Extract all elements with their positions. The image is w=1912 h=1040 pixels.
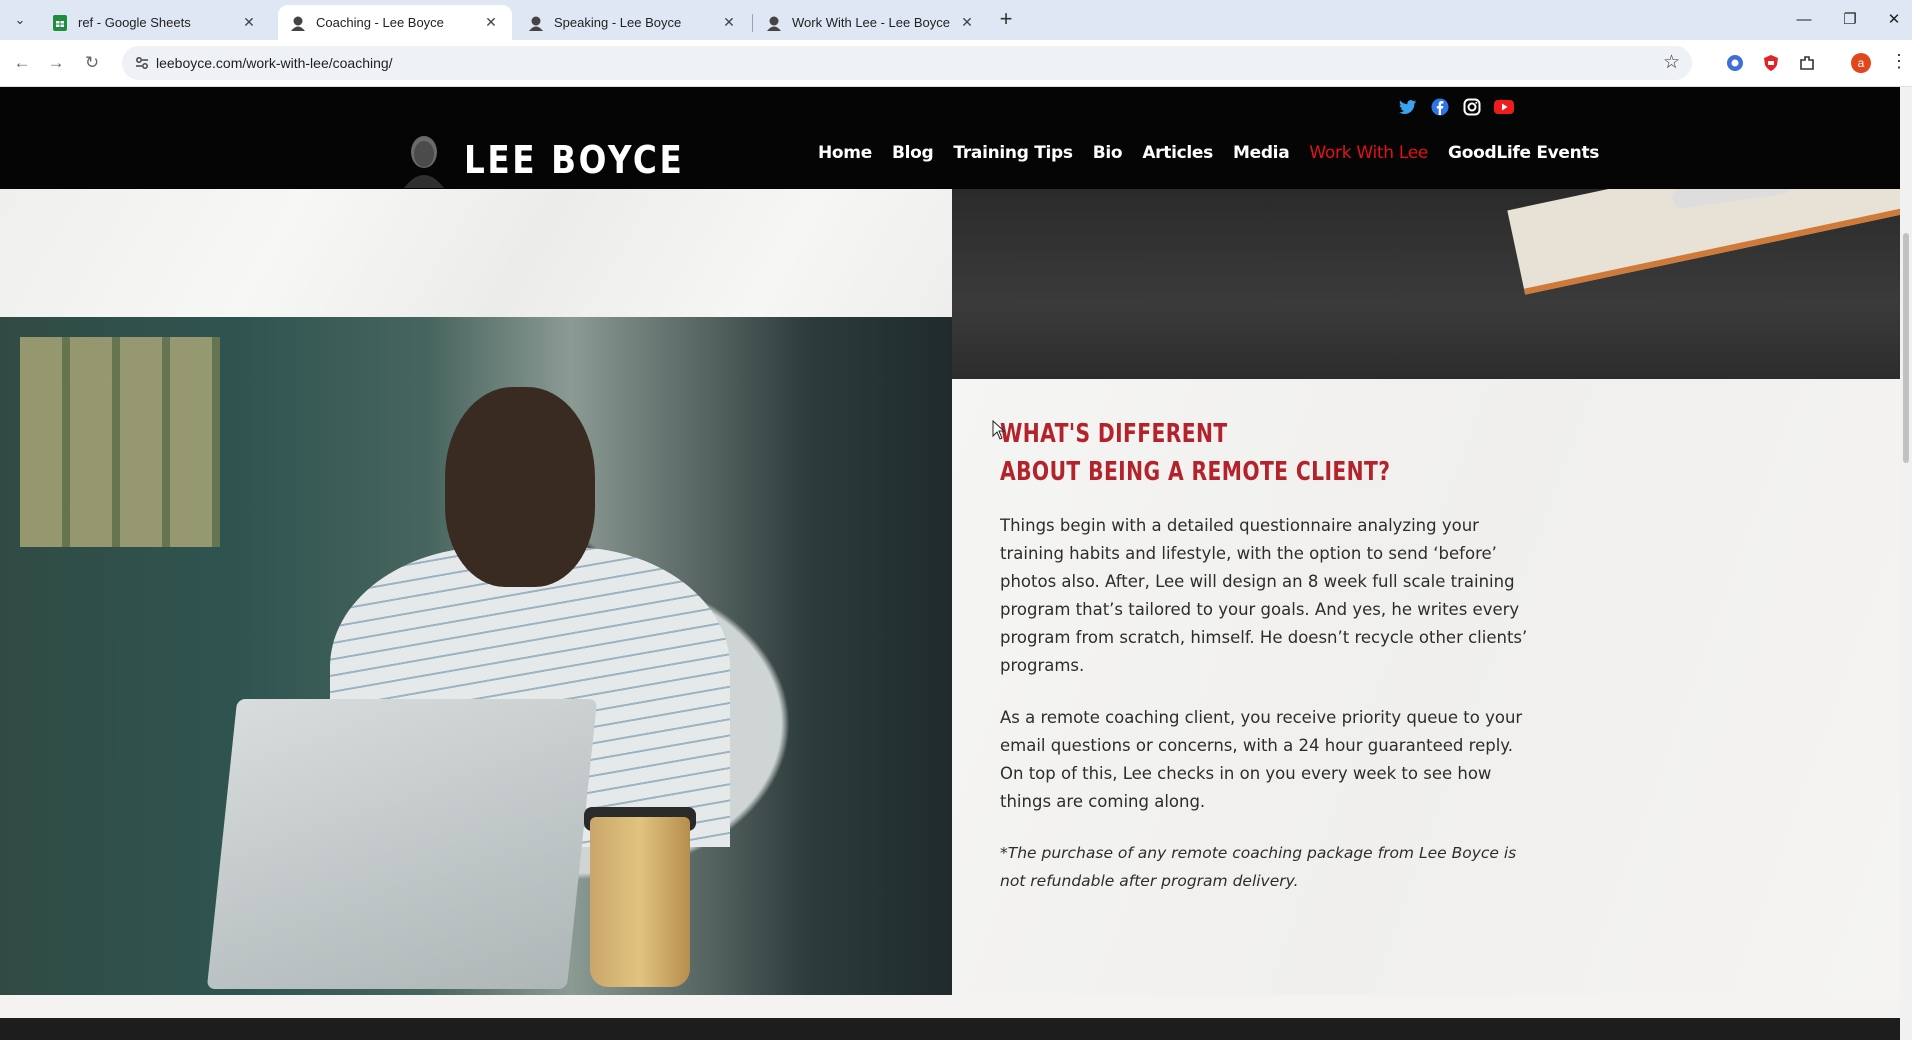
url-text: leeboyce.com/work-with-lee/coaching/ xyxy=(156,55,393,71)
close-tab-icon[interactable]: ✕ xyxy=(482,14,500,31)
heading-line-1: WHAT'S DIFFERENT xyxy=(1000,419,1228,449)
extensions-puzzle-icon[interactable] xyxy=(1796,52,1818,74)
head-shape xyxy=(445,387,595,587)
facebook-icon[interactable] xyxy=(1430,97,1450,117)
nav-bio[interactable]: Bio xyxy=(1093,143,1123,163)
tab-coaching[interactable]: Coaching - Lee Boyce ✕ xyxy=(278,5,512,40)
site-logo[interactable]: LEE BOYCE xyxy=(402,131,720,189)
laptop-shape xyxy=(206,699,598,989)
paragraph-priority-queue: As a remote coaching client, you receive… xyxy=(1000,708,1523,811)
profile-avatar[interactable]: a xyxy=(1851,53,1871,73)
logo-portrait-icon xyxy=(404,136,444,188)
forward-button[interactable]: → xyxy=(42,49,70,77)
tab-title: Speaking - Lee Boyce xyxy=(554,15,682,30)
nav-goodlife-events[interactable]: GoodLife Events xyxy=(1448,143,1599,163)
site-info-icon[interactable] xyxy=(134,55,150,71)
tab-work-with-lee[interactable]: Work With Lee - Lee Boyce ✕ xyxy=(754,5,988,40)
youtube-icon[interactable] xyxy=(1494,97,1514,117)
nav-work-with-lee[interactable]: Work With Lee xyxy=(1309,143,1428,163)
bookmark-star-icon[interactable]: ☆ xyxy=(1663,51,1680,74)
extension-blue-icon[interactable] xyxy=(1724,52,1746,74)
tab-separator xyxy=(752,14,753,32)
site-header: LEE BOYCE Home Blog Training Tips Bio Ar… xyxy=(0,87,1900,189)
desk-notebook-image xyxy=(952,189,1900,379)
address-bar[interactable]: leeboyce.com/work-with-lee/coaching/ ☆ xyxy=(122,46,1692,80)
web-page: LEE BOYCE Home Blog Training Tips Bio Ar… xyxy=(0,87,1900,1040)
section-heading: WHAT'S DIFFERENT ABOUT BEING A REMOTE CL… xyxy=(1000,415,1390,491)
instagram-icon[interactable] xyxy=(1462,97,1482,117)
mouse-cursor-icon xyxy=(992,420,1006,440)
tab-search-chevron-icon[interactable]: ⌄ xyxy=(8,8,32,32)
nav-blog[interactable]: Blog xyxy=(892,143,934,163)
man-with-laptop-photo xyxy=(0,317,952,995)
browser-tab-bar: ⌄ ref - Google Sheets ✕ Coaching - Lee B… xyxy=(0,0,1912,40)
footer-band xyxy=(0,1018,1900,1040)
scrollbar-thumb[interactable] xyxy=(1903,233,1909,463)
nav-home[interactable]: Home xyxy=(818,143,872,163)
paragraph-questionnaire: Things begin with a detailed questionnai… xyxy=(1000,516,1528,675)
twitter-icon[interactable] xyxy=(1398,97,1418,117)
minimize-button[interactable]: — xyxy=(1784,6,1824,34)
lee-boyce-favicon xyxy=(528,15,544,31)
tab-speaking[interactable]: Speaking - Lee Boyce ✕ xyxy=(516,5,750,40)
close-tab-icon[interactable]: ✕ xyxy=(240,14,258,31)
tab-title: Coaching - Lee Boyce xyxy=(316,15,444,30)
back-button[interactable]: ← xyxy=(8,49,36,77)
heading-line-2: ABOUT BEING A REMOTE CLIENT? xyxy=(1000,457,1391,487)
nav-training-tips[interactable]: Training Tips xyxy=(953,143,1073,163)
close-window-button[interactable]: ✕ xyxy=(1874,6,1912,34)
tab-title: ref - Google Sheets xyxy=(78,15,191,30)
background-texture xyxy=(0,189,952,317)
store-shelf-shape xyxy=(20,337,220,547)
main-navigation: Home Blog Training Tips Bio Articles Med… xyxy=(818,143,1619,163)
browser-toolbar: ← → ↻ leeboyce.com/work-with-lee/coachin… xyxy=(0,40,1912,87)
lee-boyce-favicon xyxy=(766,15,782,31)
close-tab-icon[interactable]: ✕ xyxy=(720,14,738,31)
nav-articles[interactable]: Articles xyxy=(1142,143,1213,163)
nav-media[interactable]: Media xyxy=(1233,143,1290,163)
close-tab-icon[interactable]: ✕ xyxy=(958,14,976,31)
page-scrollbar[interactable] xyxy=(1900,87,1912,1040)
logo-text: LEE BOYCE xyxy=(464,138,685,182)
coffee-cup-shape xyxy=(590,817,690,987)
new-tab-button[interactable]: + xyxy=(992,8,1020,32)
google-sheets-icon xyxy=(52,14,68,31)
lee-boyce-favicon xyxy=(290,15,306,31)
refund-disclaimer: *The purchase of any remote coaching pac… xyxy=(1000,844,1517,890)
shield-extension-icon[interactable] xyxy=(1760,52,1782,74)
reload-button[interactable]: ↻ xyxy=(78,49,106,77)
tab-title: Work With Lee - Lee Boyce xyxy=(792,15,950,30)
browser-menu-icon[interactable]: ⋮ xyxy=(1890,51,1908,72)
restore-button[interactable]: ❐ xyxy=(1830,6,1870,34)
tab-ref-google-sheets[interactable]: ref - Google Sheets ✕ xyxy=(40,5,270,40)
